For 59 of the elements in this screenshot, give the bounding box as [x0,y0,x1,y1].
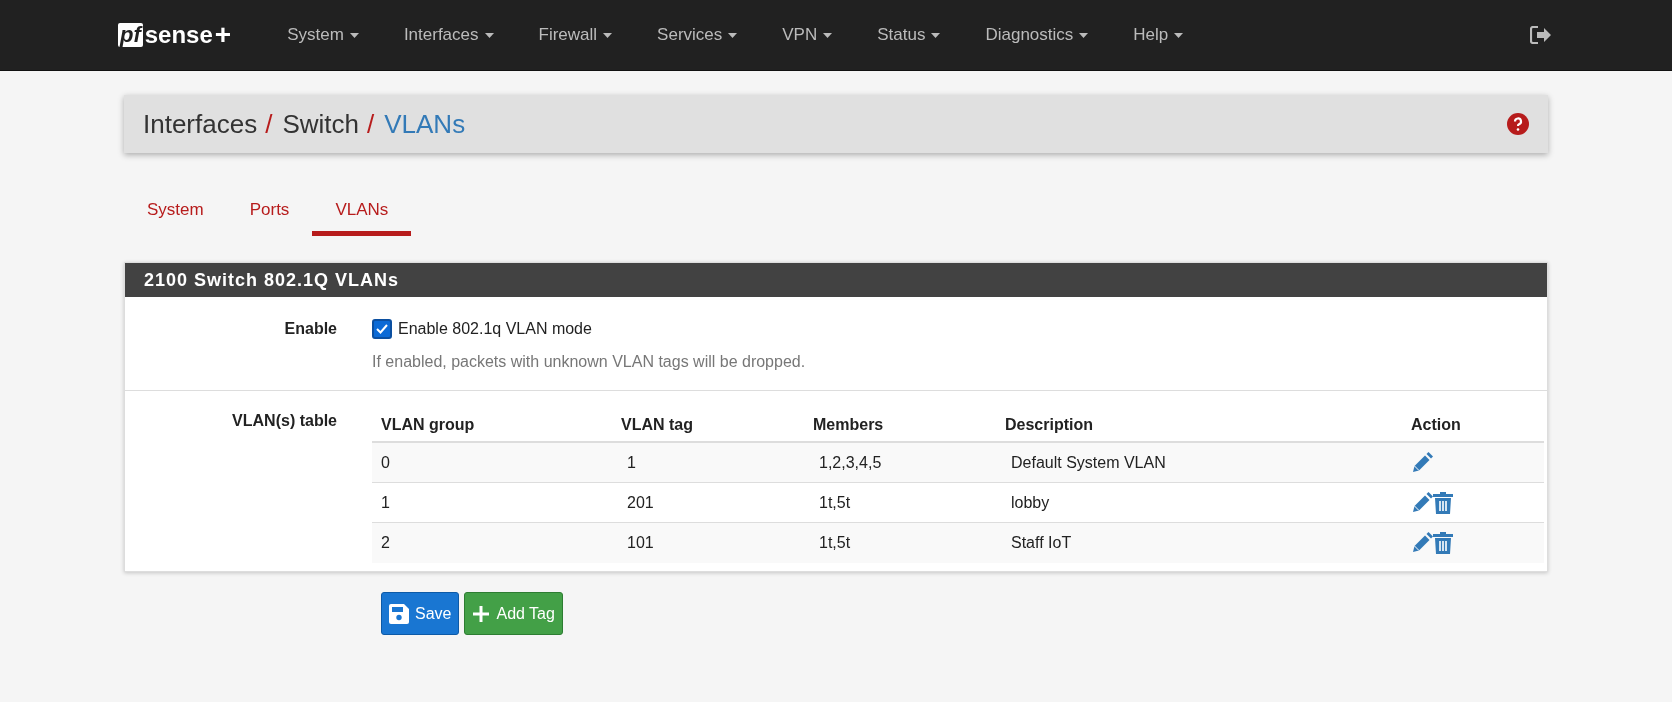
table-cell: 0 [381,453,390,471]
panel-title: 2100 Switch 802.1Q VLANs [144,268,400,292]
check-icon [376,324,388,334]
tab[interactable]: Ports [226,189,313,236]
caret-icon [1079,32,1089,38]
table-cell: lobby [1011,493,1050,511]
table-cell: 1 [381,493,390,511]
caret-icon [931,32,941,38]
logout-icon[interactable] [1530,26,1552,44]
checkbox-label[interactable]: Enable 802.1q VLAN mode [398,317,592,341]
column-header: Action [1411,416,1461,433]
save-button[interactable]: Save [381,592,460,635]
caret-icon [1174,32,1184,38]
table-cell: Staff IoT [1011,534,1072,551]
nav-menu[interactable]: VPN [762,15,853,55]
pencil-icon[interactable] [1411,491,1433,514]
breadcrumb-item[interactable]: Switch [282,104,359,144]
table-cell: 1,2,3,4,5 [819,453,882,471]
pencil-icon[interactable] [1411,451,1433,474]
column-header: VLAN tag [621,416,693,433]
field-label: VLAN(s) table [232,412,337,429]
caret-icon [823,32,833,38]
table-cell: 2 [381,534,390,551]
column-header: Description [1005,416,1093,433]
trash-icon[interactable] [1433,491,1453,514]
table-cell: 1t,5t [819,534,851,551]
table-cell: 1 [627,453,636,471]
table-cell: 201 [627,493,654,511]
table-cell: Default System VLAN [1011,453,1166,471]
column-header: VLAN group [381,416,475,433]
breadcrumb-separator: / [367,107,375,141]
trash-icon[interactable] [1433,532,1453,554]
nav-menu[interactable]: Firewall [518,15,633,55]
save-icon [389,603,409,624]
logo[interactable]: pf sense+ [118,23,232,47]
caret-icon [728,32,738,38]
tab[interactable]: VLANs [312,189,412,236]
pencil-icon[interactable] [1411,532,1433,554]
breadcrumb-separator: / [265,107,273,141]
help-icon[interactable] [1507,113,1529,135]
breadcrumb-item: VLANs [384,107,466,141]
table-cell: 101 [627,534,654,551]
nav-menu[interactable]: Interfaces [383,15,514,55]
nav-menu[interactable]: System [267,15,379,55]
caret-icon [603,32,613,38]
breadcrumb-item[interactable]: Interfaces [143,104,258,144]
plus-icon [472,604,491,623]
nav-menu[interactable]: Diagnostics [965,15,1109,55]
caret-icon [484,32,494,38]
table-cell: 1t,5t [819,493,851,511]
column-header: Members [813,416,884,433]
tab[interactable]: System [124,189,227,236]
checkbox[interactable] [372,319,392,339]
help-text: If enabled, packets with unknown VLAN tags will be dropped. [372,352,806,372]
nav-menu[interactable]: Help [1113,15,1204,55]
field-label: Enable [284,320,337,337]
nav-menu[interactable]: Services [637,15,758,55]
nav-menu[interactable]: Status [857,15,961,55]
caret-icon [349,32,359,38]
